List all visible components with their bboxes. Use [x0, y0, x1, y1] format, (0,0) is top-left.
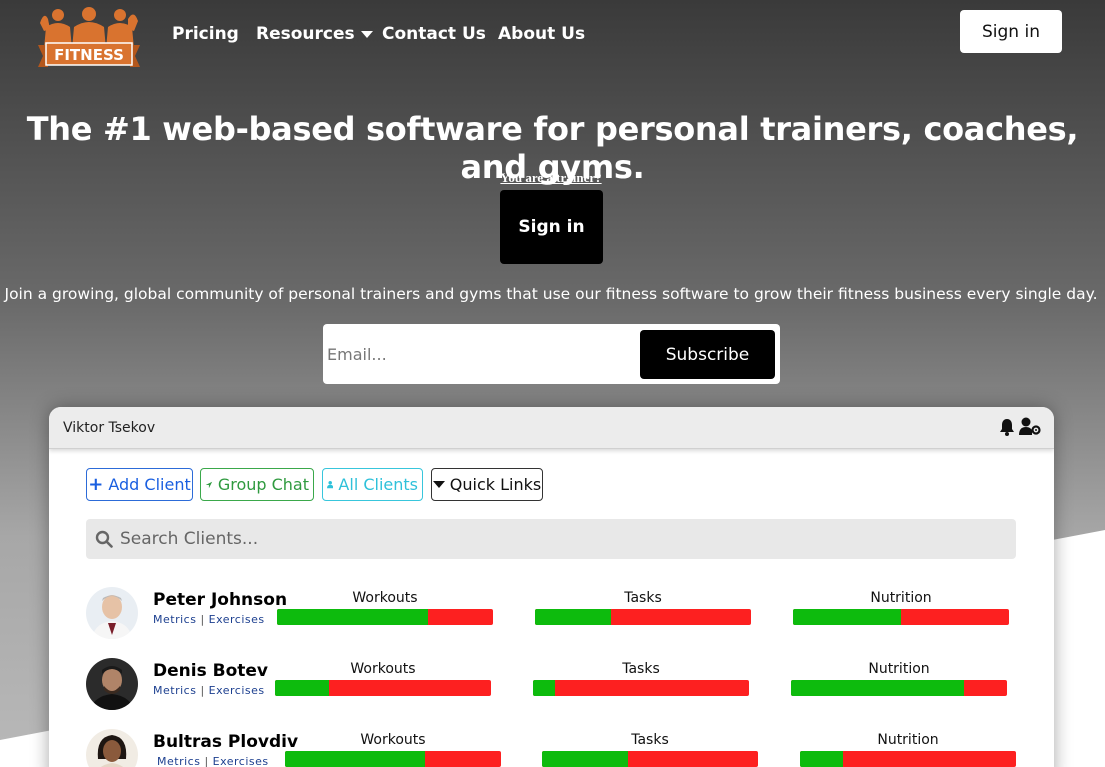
progress-fill: [800, 751, 844, 767]
plus-icon: +: [88, 474, 104, 495]
nav-about-us[interactable]: About Us: [498, 24, 585, 44]
subscribe-button[interactable]: Subscribe: [640, 330, 775, 379]
nutrition-progress-bar: [800, 751, 1016, 767]
hero-tagline: Join a growing, global community of pers…: [4, 285, 1098, 303]
link-separator: |: [200, 613, 209, 626]
add-client-button[interactable]: + Add Client: [86, 468, 193, 501]
header-signin-button[interactable]: Sign in: [960, 10, 1062, 53]
client-search: [86, 519, 1016, 559]
link-separator: |: [204, 755, 213, 767]
nutrition-label: Nutrition: [870, 590, 932, 606]
nutrition-progress-bar: [791, 680, 1007, 696]
logo-text: FITNESS: [54, 46, 124, 64]
all-clients-button[interactable]: All Clients: [322, 468, 423, 501]
client-name[interactable]: Denis Botev: [153, 661, 268, 681]
trainer-question-link[interactable]: You are a trainer?: [0, 170, 1102, 186]
metrics-link[interactable]: Metrics: [157, 755, 200, 767]
avatar[interactable]: [86, 658, 138, 710]
client-links: Metrics | Exercises: [153, 613, 265, 626]
tasks-label: Tasks: [622, 661, 660, 677]
workouts-progress-bar: [275, 680, 491, 696]
client-row: Bultras Plovdiv Metrics | Exercises Work…: [49, 729, 1054, 767]
caret-down-icon: [360, 30, 373, 38]
progress-fill: [533, 680, 555, 696]
user-gear-icon[interactable]: [1019, 417, 1041, 436]
nav-contact-us[interactable]: Contact Us: [382, 24, 486, 44]
progress-fill: [277, 609, 429, 625]
progress-fill: [791, 680, 964, 696]
exercises-link[interactable]: Exercises: [209, 613, 265, 626]
tasks-label: Tasks: [631, 732, 669, 748]
progress-fill: [793, 609, 901, 625]
progress-fill: [275, 680, 329, 696]
all-clients-label: All Clients: [338, 475, 418, 494]
workouts-label: Workouts: [360, 732, 426, 748]
user-icon: [327, 480, 334, 489]
client-row: Denis Botev Metrics | Exercises Workouts…: [49, 658, 1054, 718]
workouts-progress-bar: [277, 609, 493, 625]
avatar[interactable]: [86, 587, 138, 639]
fitness-logo[interactable]: FITNESS: [38, 5, 140, 71]
app-preview-card: Viktor Tsekov + Add Client Group Chat Al…: [49, 407, 1054, 767]
app-user-name: Viktor Tsekov: [63, 420, 156, 436]
tasks-label: Tasks: [624, 590, 662, 606]
location-arrow-icon: [205, 481, 213, 488]
workouts-label: Workouts: [352, 590, 418, 606]
tasks-progress-bar: [535, 609, 751, 625]
client-links: Metrics | Exercises: [157, 755, 269, 767]
workouts-label: Workouts: [350, 661, 416, 677]
quick-links-label: Quick Links: [449, 475, 542, 494]
group-chat-button[interactable]: Group Chat: [200, 468, 314, 501]
tasks-progress-bar: [542, 751, 758, 767]
client-row: Peter Johnson Metrics | Exercises Workou…: [49, 587, 1054, 647]
nutrition-label: Nutrition: [877, 732, 939, 748]
subscribe-form: Subscribe: [323, 324, 780, 384]
workouts-progress-bar: [285, 751, 501, 767]
add-client-label: Add Client: [108, 475, 191, 494]
progress-fill: [285, 751, 426, 767]
exercises-link[interactable]: Exercises: [209, 684, 265, 697]
client-name[interactable]: Peter Johnson: [153, 590, 287, 610]
client-name[interactable]: Bultras Plovdiv: [153, 732, 298, 752]
metrics-link[interactable]: Metrics: [153, 684, 196, 697]
email-field[interactable]: [327, 334, 627, 374]
nutrition-progress-bar: [793, 609, 1009, 625]
group-chat-label: Group Chat: [217, 475, 309, 494]
nutrition-label: Nutrition: [868, 661, 930, 677]
nav-resources[interactable]: Resources: [256, 24, 373, 44]
client-links: Metrics | Exercises: [153, 684, 265, 697]
caret-down-icon: [432, 481, 445, 488]
nav-resources-label: Resources: [256, 24, 355, 44]
bell-icon[interactable]: [999, 418, 1015, 436]
search-input[interactable]: [120, 523, 1000, 555]
metrics-link[interactable]: Metrics: [153, 613, 196, 626]
link-separator: |: [200, 684, 209, 697]
exercises-link[interactable]: Exercises: [213, 755, 269, 767]
app-header: Viktor Tsekov: [49, 407, 1054, 449]
search-icon: [95, 530, 113, 548]
nav-pricing[interactable]: Pricing: [172, 24, 239, 44]
progress-fill: [542, 751, 629, 767]
quick-links-dropdown[interactable]: Quick Links: [431, 468, 543, 501]
top-navigation: FITNESS Pricing Resources Contact Us Abo…: [0, 0, 1105, 75]
hero-signin-button[interactable]: Sign in: [500, 190, 603, 264]
progress-fill: [535, 609, 611, 625]
avatar[interactable]: [86, 729, 138, 767]
tasks-progress-bar: [533, 680, 749, 696]
